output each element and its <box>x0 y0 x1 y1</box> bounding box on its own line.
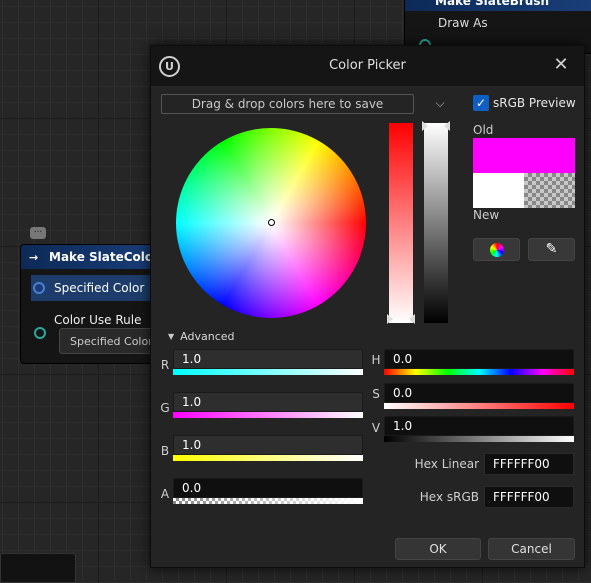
draw-as-label: Draw As <box>438 16 488 30</box>
chevron-down-icon[interactable]: ⌵ <box>433 94 447 112</box>
advanced-section-toggle[interactable]: ▼ Advanced <box>168 330 235 343</box>
b-gradient[interactable] <box>173 455 363 461</box>
hex-linear-input[interactable]: FFFFFF00 <box>484 453 574 475</box>
color-wheel-cursor[interactable] <box>268 219 275 226</box>
b-input[interactable]: 1.0 <box>173 435 363 455</box>
a-gradient[interactable] <box>173 498 363 504</box>
partial-node[interactable] <box>0 553 76 583</box>
v-input[interactable]: 1.0 <box>384 416 574 436</box>
close-icon[interactable]: ✕ <box>550 54 572 76</box>
color-picker-dialog: U Color Picker ✕ Drag & drop colors here… <box>150 45 585 568</box>
r-label: R <box>160 358 170 372</box>
eyedropper-icon: ✎ <box>545 241 558 257</box>
node-title: Make SlateColor <box>49 250 160 264</box>
color-wheel-mode-button[interactable] <box>473 238 520 261</box>
saturation-handle-left[interactable] <box>387 314 393 324</box>
value-handle-right[interactable] <box>444 121 450 131</box>
s-label: S <box>372 387 380 401</box>
saturation-slider[interactable] <box>389 123 413 323</box>
value-handle-left[interactable] <box>422 121 428 131</box>
color-use-rule-label: Color Use Rule <box>54 313 142 327</box>
specified-color-label: Specified Color <box>54 281 145 295</box>
g-label: G <box>160 401 170 415</box>
saturation-handle-right[interactable] <box>409 314 415 324</box>
new-color-label: New <box>473 208 500 222</box>
g-gradient[interactable] <box>173 412 363 418</box>
v-label: V <box>371 421 381 435</box>
advanced-label: Advanced <box>180 330 235 343</box>
eyedropper-button[interactable]: ✎ <box>528 238 575 261</box>
srgb-preview-label[interactable]: sRGB Preview <box>493 96 576 110</box>
hex-linear-label: Hex Linear <box>414 457 479 471</box>
a-input[interactable]: 0.0 <box>173 478 363 498</box>
comment-bubble-icon[interactable]: ... <box>30 226 46 239</box>
srgb-preview-checkbox[interactable]: ✓ <box>473 95 489 111</box>
ok-button[interactable]: OK <box>395 538 481 560</box>
node-title: Make SlateBrush <box>405 0 591 11</box>
hex-srgb-input[interactable]: FFFFFF00 <box>484 486 574 508</box>
cancel-button[interactable]: Cancel <box>488 538 575 560</box>
function-icon: →︎ <box>29 251 39 264</box>
v-gradient[interactable] <box>384 436 574 442</box>
new-color-swatch <box>473 173 524 208</box>
b-label: B <box>160 444 170 458</box>
hex-srgb-label: Hex sRGB <box>419 490 479 504</box>
s-input[interactable]: 0.0 <box>384 383 574 403</box>
color-use-rule-pin[interactable] <box>34 327 46 339</box>
old-color-label: Old <box>473 123 494 137</box>
h-label: H <box>371 353 381 367</box>
color-wheel-icon <box>490 243 504 257</box>
value-slider[interactable] <box>424 123 448 323</box>
make-slatecolor-node[interactable]: →︎ Make SlateColor Specified Color Color… <box>20 244 179 364</box>
node-header: →︎ Make SlateColor <box>21 245 169 269</box>
titlebar[interactable]: U Color Picker ✕ <box>151 46 584 86</box>
new-color-alpha-swatch <box>524 173 575 208</box>
color-dropzone[interactable]: Drag & drop colors here to save <box>161 94 414 114</box>
r-input[interactable]: 1.0 <box>173 349 363 369</box>
old-color-swatch[interactable] <box>473 138 575 173</box>
g-input[interactable]: 1.0 <box>173 392 363 412</box>
a-label: A <box>160 487 170 501</box>
h-gradient[interactable] <box>384 369 574 375</box>
h-input[interactable]: 0.0 <box>384 349 574 369</box>
specified-color-pin[interactable] <box>33 282 45 294</box>
s-gradient[interactable] <box>384 403 574 409</box>
r-gradient[interactable] <box>173 369 363 375</box>
triangle-down-icon: ▼ <box>168 332 175 341</box>
dialog-title: Color Picker <box>329 58 406 73</box>
